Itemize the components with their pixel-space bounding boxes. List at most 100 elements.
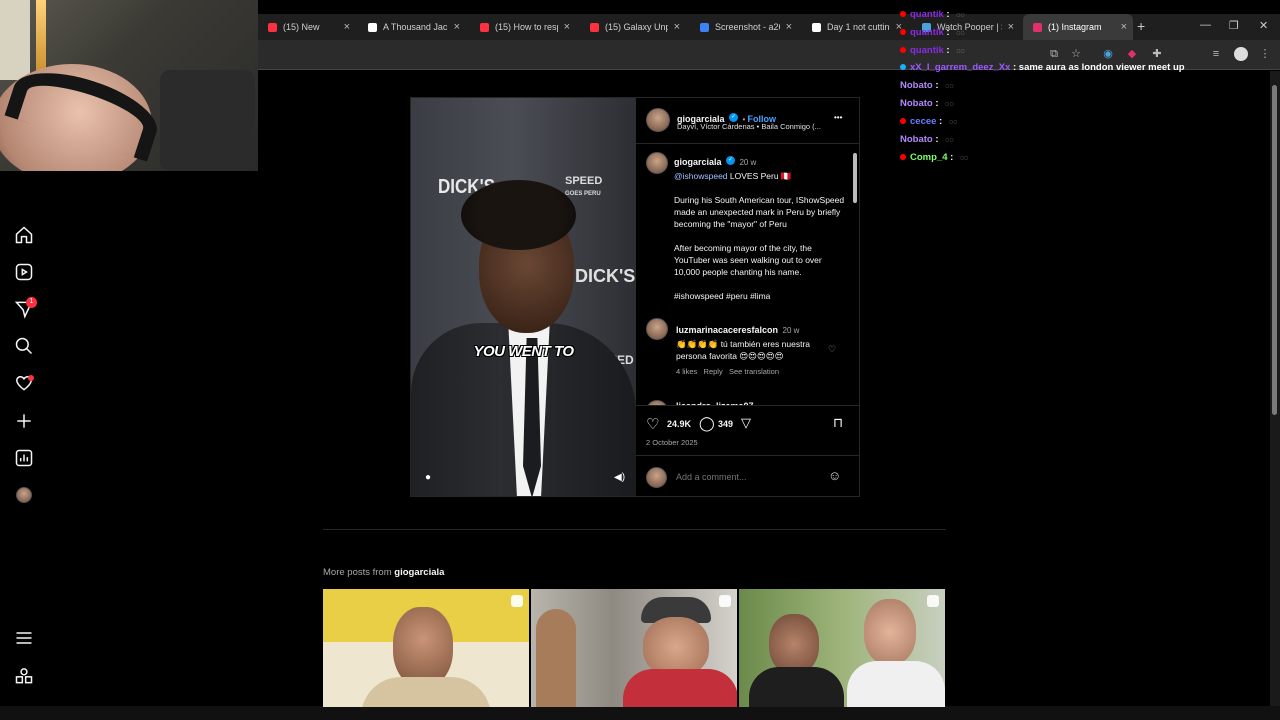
comment-likes[interactable]: 4 likes — [676, 367, 697, 376]
chat-username[interactable]: Comp_4 — [910, 152, 947, 163]
chat-username[interactable]: quantik — [910, 27, 944, 38]
close-tab-icon[interactable]: × — [674, 21, 680, 33]
reels-icon[interactable] — [14, 262, 34, 282]
chat-badge-icon — [900, 11, 906, 18]
comment-reply[interactable]: Reply — [704, 367, 723, 376]
chat-badge-icon — [900, 29, 906, 36]
share-icon[interactable]: ▽ — [741, 415, 751, 431]
home-icon[interactable] — [14, 225, 34, 245]
browser-tab[interactable]: (15) Galaxy Unpac × — [580, 14, 686, 40]
browser-tab[interactable]: (15) New × — [258, 14, 356, 40]
page-scrollbar[interactable] — [1270, 71, 1280, 706]
browser-tab[interactable]: A Thousand Jacks × — [358, 14, 466, 40]
tab-label: Day 1 not cutting — [827, 22, 890, 32]
more-post-thumbnail[interactable] — [323, 589, 529, 707]
bookmark-star-icon[interactable]: ☆ — [1069, 47, 1083, 61]
reel-icon — [927, 595, 939, 607]
chat-message: Nobato : ◌◌ — [900, 98, 954, 109]
comments-scrollbar[interactable] — [851, 143, 859, 405]
reading-list-icon[interactable]: ≡ — [1209, 47, 1223, 61]
chat-emote-icon: ◌◌ — [956, 12, 965, 19]
author-avatar[interactable] — [646, 108, 670, 132]
save-bookmark-icon[interactable]: ⊓ — [833, 415, 843, 431]
reel-video[interactable]: DICK'S SPEEDGOES PERU DICK'S SPEED YOU W… — [411, 98, 636, 496]
chat-username[interactable]: Nobato — [900, 134, 933, 145]
commenter-avatar[interactable] — [646, 318, 668, 340]
chat-message: xX_I_garrem_deez_Xx : same aura as londo… — [900, 62, 1185, 73]
minimize-button[interactable]: — — [1200, 19, 1211, 31]
streamer-webcam — [0, 0, 258, 171]
extensions-puzzle-icon[interactable]: ✚ — [1150, 47, 1164, 61]
caption-line: LOVES Peru 🇵🇪 — [729, 171, 792, 181]
new-tab-button[interactable]: + — [1137, 18, 1145, 34]
close-tab-icon[interactable]: × — [1008, 21, 1014, 33]
reel-icon — [511, 595, 523, 607]
close-window-button[interactable]: ✕ — [1259, 19, 1268, 32]
also-from-meta-icon[interactable] — [14, 666, 34, 686]
audio-track[interactable]: Dayví, Víctor Cárdenas • Baila Conmigo (… — [677, 122, 821, 131]
browser-tab[interactable]: Day 1 not cutting × — [802, 14, 908, 40]
browser-tab[interactable]: (15) How to respo × — [470, 14, 576, 40]
chat-text: same aura as london viewer meet up — [1018, 62, 1185, 73]
more-posts-author[interactable]: giogarciala — [394, 567, 444, 578]
chat-username[interactable]: Nobato — [900, 98, 933, 109]
profile-avatar[interactable] — [16, 487, 32, 503]
mention-link[interactable]: @ishowspeed — [674, 171, 728, 181]
emoji-picker-icon[interactable]: ☺ — [828, 468, 841, 483]
more-post-thumbnail[interactable] — [739, 589, 945, 707]
close-tab-icon[interactable]: × — [564, 21, 570, 33]
likes-count[interactable]: 24.9K — [667, 419, 691, 429]
close-tab-icon[interactable]: × — [344, 21, 350, 33]
chat-emote-icon: ◌◌ — [945, 137, 954, 144]
tagged-user-icon[interactable]: ● — [425, 472, 431, 483]
maximize-button[interactable]: ❐ — [1229, 19, 1239, 32]
more-menu-icon[interactable] — [14, 628, 34, 648]
create-plus-icon[interactable] — [14, 411, 34, 431]
extension-icon[interactable]: ◆ — [1125, 47, 1139, 61]
comments-count: 349 — [718, 419, 734, 429]
commenter-username[interactable]: luzmarinacaceresfalcon — [676, 325, 778, 335]
chat-username[interactable]: xX_I_garrem_deez_Xx — [910, 62, 1010, 73]
chat-message: quantik : ◌◌ — [900, 27, 965, 38]
cast-icon[interactable]: ⧉ — [1047, 47, 1061, 61]
chat-emote-icon: ◌◌ — [956, 48, 965, 55]
extension-audio-icon[interactable]: ◉ — [1101, 47, 1115, 61]
like-heart-icon[interactable]: ♡ — [646, 415, 659, 433]
more-options-icon[interactable]: ••• — [834, 113, 842, 122]
caption-paragraph-2: After becoming mayor of the city, the Yo… — [674, 243, 822, 277]
reel-icon — [719, 595, 731, 607]
chat-username[interactable]: quantik — [910, 9, 944, 20]
hashtags[interactable]: #ishowspeed #peru #lima — [674, 290, 846, 302]
caption-author-avatar[interactable] — [646, 152, 668, 174]
current-user-avatar — [646, 467, 667, 488]
chat-message: Nobato : ◌◌ — [900, 134, 954, 145]
comment-see-translation[interactable]: See translation — [729, 367, 779, 376]
comment-bubble-icon[interactable]: ◯ — [699, 415, 715, 432]
notifications-dot — [28, 375, 34, 381]
chat-username[interactable]: quantik — [910, 45, 944, 56]
tab-favicon-icon — [812, 22, 821, 32]
browser-tab[interactable]: Screenshot - a26 × — [690, 14, 798, 40]
profile-avatar-icon[interactable] — [1234, 47, 1248, 61]
tab-favicon-icon — [590, 22, 599, 32]
verified-icon: ✓ — [725, 156, 735, 166]
browser-menu-icon[interactable]: ⋮ — [1258, 47, 1272, 61]
volume-icon[interactable]: ◀) — [614, 472, 625, 483]
chat-username[interactable]: Nobato — [900, 80, 933, 91]
chat-username[interactable]: cecee — [910, 116, 936, 127]
more-post-thumbnail[interactable] — [531, 589, 737, 707]
dashboard-icon[interactable] — [14, 448, 34, 468]
close-tab-icon[interactable]: × — [786, 21, 792, 33]
close-tab-icon[interactable]: × — [454, 21, 460, 33]
comments-list[interactable]: giogarciala ✓ 20 w @ishowspeed LOVES Per… — [636, 143, 860, 405]
chat-emote-icon: ◌◌ — [948, 119, 958, 126]
browser-tab[interactable]: (1) Instagram × — [1023, 14, 1133, 40]
caption-author[interactable]: giogarciala — [674, 157, 722, 167]
post-details-panel: giogarciala ✓ • Follow Dayví, Víctor Cár… — [636, 98, 860, 496]
comment-like-icon[interactable]: ♡ — [828, 344, 836, 355]
backdrop-logo-dicks-2: DICK'S — [575, 266, 636, 286]
close-tab-icon[interactable]: × — [1121, 21, 1127, 33]
chat-badge-icon — [900, 154, 906, 161]
search-icon[interactable] — [14, 336, 34, 356]
add-comment-input[interactable] — [676, 470, 816, 484]
